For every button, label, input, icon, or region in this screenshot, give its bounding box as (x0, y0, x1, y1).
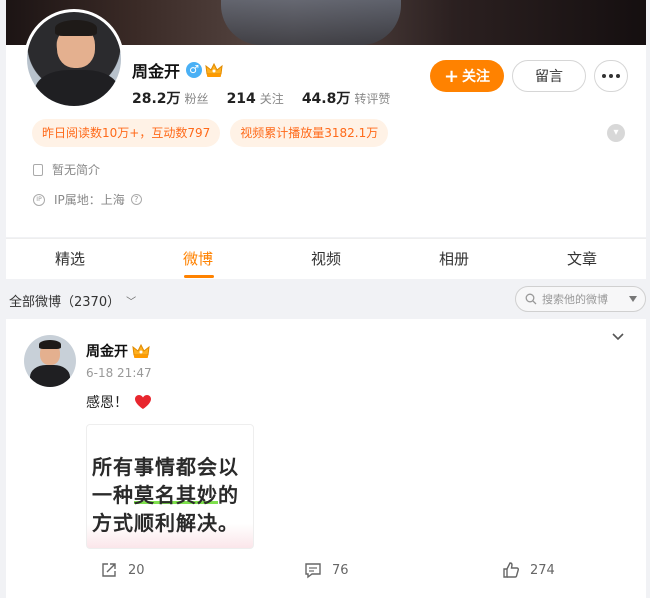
highlight-video-plays[interactable]: 视频累计播放量3182.1万 (230, 119, 389, 147)
search-posts-input[interactable]: 搜索他的微博 (515, 286, 646, 312)
more-dot-icon (602, 74, 606, 78)
post-menu-chevron-icon[interactable] (612, 331, 624, 343)
male-gender-icon: ♂ (186, 62, 203, 78)
followers-count[interactable]: 28.2万 (132, 88, 181, 108)
tab-weibo[interactable]: 微博 (168, 239, 228, 280)
highlight-reads[interactable]: 昨日阅读数10万+，互动数797 (32, 119, 221, 147)
image-text-line-1: 所有事情都会以 (92, 455, 239, 479)
search-icon (525, 293, 537, 305)
post-image[interactable]: 所有事情都会以 一种莫名其妙的 方式顺利解决。 (86, 424, 254, 549)
plus-icon: + (443, 65, 460, 87)
repost-icon (102, 563, 116, 577)
like-button[interactable]: 274 (502, 561, 555, 579)
comment-icon (305, 563, 321, 579)
follow-button[interactable]: + 关注 (430, 60, 504, 92)
post-author-row: 周金开 (86, 341, 150, 361)
post-filter-dropdown[interactable]: 全部微博（2370） ﹀ (9, 287, 136, 313)
following-label[interactable]: 关注 (260, 90, 284, 107)
image-text-line-3: 方式顺利解决。 (92, 511, 239, 535)
image-text-line-2: 一种莫名其妙的 (92, 483, 239, 507)
ip-icon: IP (33, 193, 45, 206)
bio-line: 暂无简介 (33, 161, 100, 178)
tab-articles[interactable]: 文章 (552, 239, 612, 280)
post-author-name[interactable]: 周金开 (86, 341, 128, 361)
repost-count: 20 (128, 562, 145, 578)
profile-header: 周金开 ♂ 28.2万 粉丝 214 关注 44.8万 转评赞 + 关注 留言 … (6, 9, 646, 237)
chevron-down-icon: ﹀ (126, 296, 137, 308)
post-timestamp[interactable]: 6-18 21:47 (86, 366, 152, 380)
filter-label: 全部微博（2370） (9, 294, 121, 310)
tab-video[interactable]: 视频 (296, 239, 356, 280)
interactions-label: 转评赞 (354, 92, 391, 106)
interactions-count: 44.8万 (301, 91, 351, 107)
search-placeholder: 搜索他的微博 (542, 293, 608, 306)
message-button[interactable]: 留言 (512, 60, 586, 92)
follow-label: 关注 (462, 69, 491, 85)
more-options-button[interactable] (594, 60, 628, 92)
bio-text: 暂无简介 (52, 163, 101, 177)
tab-featured[interactable]: 精选 (40, 239, 100, 280)
profile-name-row: 周金开 ♂ (132, 58, 223, 82)
profile-stats: 28.2万 粉丝 214 关注 44.8万 转评赞 (132, 88, 408, 108)
followers-label[interactable]: 粉丝 (185, 90, 209, 107)
profile-avatar[interactable] (24, 9, 124, 109)
expand-chevron-icon[interactable]: ▾ (607, 124, 625, 142)
following-count[interactable]: 214 (227, 91, 256, 107)
comment-button[interactable]: 76 (304, 561, 349, 579)
comment-count: 76 (332, 562, 349, 578)
ip-line: IP IP属地：上海 ? (33, 191, 142, 208)
profile-tabs: 精选 微博 视频 相册 文章 (6, 238, 646, 279)
post-card: 周金开 6-18 21:47 感恩！ 所有事情都会以 一种莫名其妙的 方式顺利解… (6, 319, 646, 598)
red-heart-icon (135, 395, 151, 409)
profile-highlights: 昨日阅读数10万+，互动数797 视频累计播放量3182.1万 (32, 119, 389, 147)
dropdown-arrow-icon[interactable] (629, 296, 637, 302)
document-icon (33, 163, 43, 176)
vip-crown-icon (132, 343, 150, 358)
post-actions: 20 76 274 (6, 561, 646, 581)
help-question-icon[interactable]: ? (130, 194, 142, 205)
vip-crown-icon (205, 62, 223, 77)
profile-name: 周金开 (132, 62, 181, 81)
post-text: 感恩！ (86, 392, 152, 412)
ip-location: IP属地：上海 (54, 193, 125, 207)
more-dot-icon (609, 74, 613, 78)
post-text-content: 感恩！ (86, 395, 128, 411)
thumbs-up-icon (503, 562, 519, 578)
repost-button[interactable]: 20 (100, 561, 145, 579)
more-dot-icon (616, 74, 620, 78)
like-count: 274 (530, 562, 555, 578)
post-author-avatar[interactable] (24, 335, 76, 387)
tab-album[interactable]: 相册 (424, 239, 484, 280)
